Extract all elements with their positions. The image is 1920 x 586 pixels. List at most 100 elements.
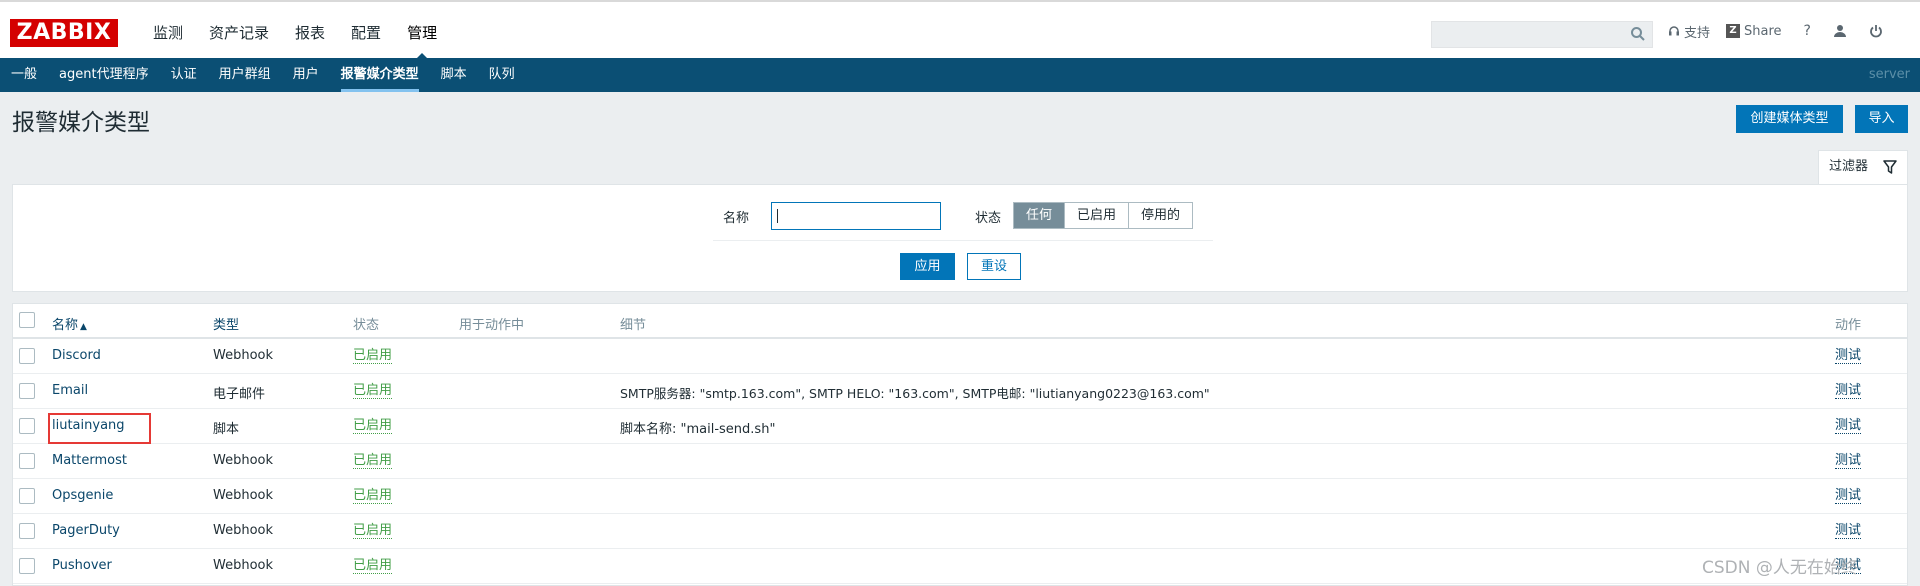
status-toggle[interactable]: 已启用 [353, 523, 393, 539]
column-details-header: 细节 [620, 318, 647, 333]
apply-button[interactable]: 应用 [900, 253, 955, 280]
table-row: Opsgenie Webhook 已启用 测试 [13, 479, 1907, 514]
media-type-name-link[interactable]: Discord [52, 348, 101, 363]
media-type-type: 脚本 [213, 422, 240, 437]
main-menu-inventory[interactable]: 资产记录 [196, 2, 282, 60]
main-menu-administration[interactable]: 管理 [394, 2, 450, 60]
table-row: Mattermost Webhook 已启用 测试 [13, 444, 1907, 479]
status-toggle[interactable]: 已启用 [353, 383, 393, 399]
filter-panel: 名称 状态 任何 已启用 停用的 应用 重设 [12, 184, 1908, 292]
test-link[interactable]: 测试 [1835, 348, 1862, 364]
submenu-users[interactable]: 用户 [282, 58, 330, 92]
page-title: 报警媒介类型 [12, 110, 150, 136]
column-name-label: 名称 [52, 318, 79, 333]
support-link[interactable]: 支持 [1668, 22, 1710, 41]
support-label: 支持 [1684, 25, 1711, 41]
filter-status-segmented: 任何 已启用 停用的 [1013, 202, 1194, 229]
filter-divider [713, 240, 1213, 241]
user-icon [1833, 25, 1846, 37]
submenu-queue[interactable]: 队列 [478, 58, 526, 92]
media-type-type: Webhook [213, 348, 274, 363]
global-search-input[interactable] [1431, 21, 1653, 48]
table-row: Discord Webhook 已启用 测试 [13, 339, 1907, 374]
row-checkbox[interactable] [19, 558, 35, 574]
status-toggle[interactable]: 已启用 [353, 558, 393, 574]
text-caret [777, 209, 778, 223]
sub-navigation: 一般 agent代理程序 认证 用户群组 用户 报警媒介类型 脚本 队列 ser… [0, 58, 1920, 92]
logout-button[interactable] [1869, 24, 1883, 38]
power-icon [1870, 25, 1882, 38]
media-type-name-link[interactable]: Pushover [52, 558, 112, 573]
watermark-text: CSDN @人无在始终 [1702, 558, 1858, 578]
media-type-name-link[interactable]: liutainyang [52, 418, 125, 433]
search-icon[interactable] [1630, 26, 1646, 42]
column-name-header[interactable]: 名称 ▲ [52, 314, 87, 333]
media-type-name-link[interactable]: Mattermost [52, 453, 127, 468]
submenu-media-types[interactable]: 报警媒介类型 [330, 58, 430, 92]
headset-icon [1669, 26, 1679, 36]
test-link[interactable]: 测试 [1835, 453, 1862, 469]
media-type-name-link[interactable]: PagerDuty [52, 523, 120, 538]
table-row: liutainyang 脚本 已启用 脚本名称: "mail-send.sh" … [13, 409, 1907, 444]
media-type-type: Webhook [213, 453, 274, 468]
media-type-type: Webhook [213, 558, 274, 573]
share-link[interactable]: Z Share [1726, 24, 1782, 39]
filter-tab[interactable]: 过滤器 [1818, 150, 1908, 184]
test-link[interactable]: 测试 [1835, 523, 1862, 539]
table-row: Pushover Webhook 已启用 测试 [13, 549, 1907, 584]
zabbix-logo[interactable]: ZABBIX [10, 19, 118, 47]
top-header: ZABBIX 监测 资产记录 报表 配置 管理 支持 Z Share ? [0, 0, 1920, 60]
row-checkbox[interactable] [19, 523, 35, 539]
media-type-type: Webhook [213, 488, 274, 503]
media-type-details: 脚本名称: "mail-send.sh" [620, 422, 776, 437]
submenu-scripts[interactable]: 脚本 [430, 58, 478, 92]
main-menu-configuration[interactable]: 配置 [338, 2, 394, 60]
media-types-table: 名称 ▲ 类型 状态 用于动作中 细节 动作 Discord Webhook 已启… [12, 303, 1908, 586]
submenu-user-groups[interactable]: 用户群组 [208, 58, 282, 92]
funnel-icon [1883, 160, 1897, 174]
create-media-type-button[interactable]: 创建媒体类型 [1736, 105, 1843, 133]
help-button[interactable]: ? [1804, 23, 1811, 39]
row-checkbox[interactable] [19, 418, 35, 434]
submenu-authentication[interactable]: 认证 [160, 58, 208, 92]
server-name: server [1868, 67, 1910, 82]
column-action-header: 动作 [1835, 318, 1862, 333]
media-type-name-link[interactable]: Email [52, 383, 88, 398]
table-row: Email 电子邮件 已启用 SMTP服务器: "smtp.163.com", … [13, 374, 1907, 409]
test-link[interactable]: 测试 [1835, 383, 1862, 399]
table-header: 名称 ▲ 类型 状态 用于动作中 细节 动作 [13, 304, 1907, 339]
main-menu-monitoring[interactable]: 监测 [140, 2, 196, 60]
row-checkbox[interactable] [19, 488, 35, 504]
status-toggle[interactable]: 已启用 [353, 488, 393, 504]
import-button[interactable]: 导入 [1855, 105, 1908, 133]
row-checkbox[interactable] [19, 348, 35, 364]
filter-status-label: 状态 [975, 211, 1002, 226]
test-link[interactable]: 测试 [1835, 488, 1862, 504]
column-type-header[interactable]: 类型 [213, 314, 239, 333]
main-menu-reports[interactable]: 报表 [282, 2, 338, 60]
status-toggle[interactable]: 已启用 [353, 418, 393, 434]
media-type-type: Webhook [213, 523, 274, 538]
sort-asc-icon: ▲ [80, 322, 87, 332]
submenu-general[interactable]: 一般 [0, 58, 48, 92]
status-toggle[interactable]: 已启用 [353, 348, 393, 364]
zabbix-share-icon: Z [1726, 24, 1741, 38]
row-checkbox[interactable] [19, 383, 35, 399]
table-row: PagerDuty Webhook 已启用 测试 [13, 514, 1907, 549]
submenu-proxies[interactable]: agent代理程序 [48, 58, 160, 92]
status-option-any[interactable]: 任何 [1014, 203, 1066, 228]
status-option-disabled[interactable]: 停用的 [1129, 203, 1193, 228]
media-type-name-link[interactable]: Opsgenie [52, 488, 113, 503]
select-all-checkbox[interactable] [19, 312, 35, 328]
row-checkbox[interactable] [19, 453, 35, 469]
share-label: Share [1744, 23, 1782, 39]
header-tools: 支持 Z Share ? [1668, 2, 1899, 60]
status-toggle[interactable]: 已启用 [353, 453, 393, 469]
filter-name-input[interactable] [771, 202, 941, 230]
user-profile-button[interactable] [1833, 24, 1847, 38]
test-link[interactable]: 测试 [1835, 418, 1862, 434]
reset-button[interactable]: 重设 [967, 253, 1021, 280]
main-menu: 监测 资产记录 报表 配置 管理 [140, 2, 450, 60]
help-icon: ? [1803, 23, 1811, 39]
status-option-enabled[interactable]: 已启用 [1065, 203, 1130, 228]
